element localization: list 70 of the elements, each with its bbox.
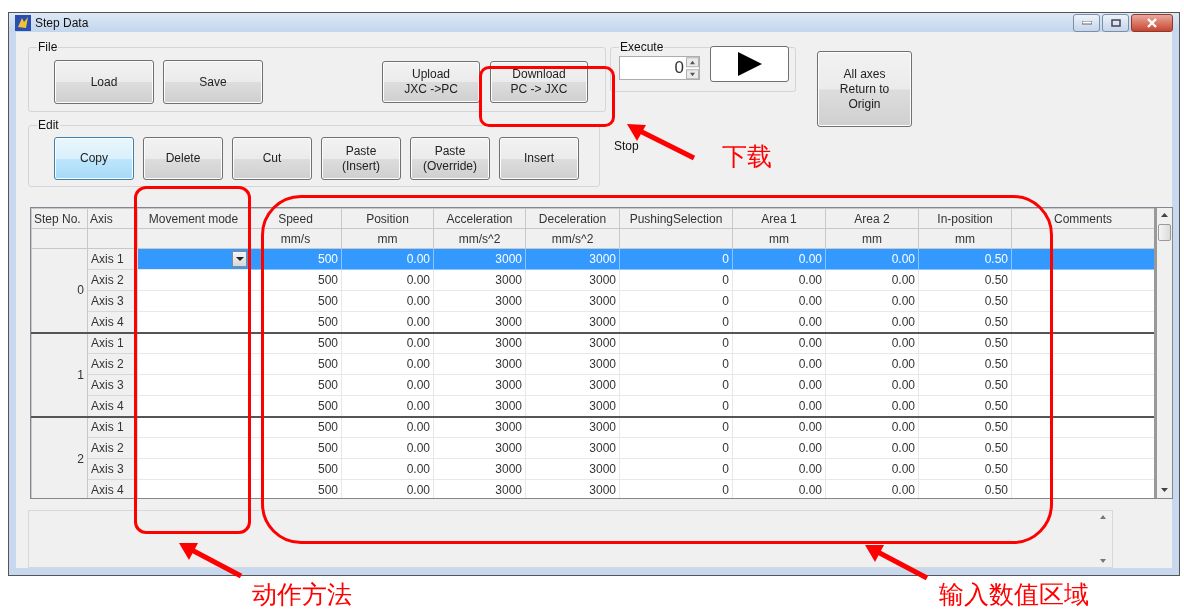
window-title: Step Data: [35, 14, 89, 32]
column-header: Step No.: [31, 208, 88, 229]
edit-button[interactable]: Delete: [143, 137, 223, 180]
return-to-origin-button[interactable]: All axes Return to Origin: [817, 51, 912, 127]
step-number-field[interactable]: 0: [619, 56, 700, 80]
spin-down-icon[interactable]: [686, 68, 699, 79]
value-cell[interactable]: 0.00: [732, 332, 826, 354]
scrollbar[interactable]: [1154, 208, 1172, 498]
column-header: Position: [341, 208, 434, 229]
value-cell[interactable]: 3000: [525, 416, 620, 438]
column-header: Speed: [249, 208, 342, 229]
annotation-label: 动作方法: [252, 580, 352, 608]
minimize-icon: [1081, 20, 1092, 25]
scroll-down-icon[interactable]: [1099, 558, 1107, 564]
value-cell[interactable]: 500: [249, 332, 342, 354]
column-header: Area 1: [732, 208, 826, 229]
edit-button[interactable]: Paste (Insert): [321, 137, 401, 180]
value-cell[interactable]: 0: [619, 332, 733, 354]
close-icon: [1146, 17, 1158, 28]
column-header: Axis: [87, 208, 138, 229]
axis-cell: Axis 1: [87, 416, 138, 438]
value-cell[interactable]: 500: [249, 416, 342, 438]
maximize-button[interactable]: [1102, 13, 1129, 32]
group-label: File: [37, 40, 59, 54]
stop-label: Stop: [614, 138, 640, 155]
annotation-label: 输入数值区域: [939, 580, 1089, 608]
column-header: Movement mode: [137, 208, 250, 229]
edit-button[interactable]: Copy: [54, 137, 134, 180]
caret-icon: [235, 257, 244, 261]
group-label: Edit: [37, 118, 60, 132]
column-header: Acceleration: [433, 208, 526, 229]
mode-dropdown[interactable]: [232, 251, 247, 267]
value-cell[interactable]: 0.00: [825, 332, 919, 354]
column-header: In-position: [918, 208, 1012, 229]
step-number-cell: 0: [31, 248, 88, 333]
value-cell[interactable]: 0.50: [918, 416, 1012, 438]
value-cell[interactable]: 3000: [433, 332, 526, 354]
axis-cell: Axis 1: [87, 332, 138, 354]
scroll-up-icon[interactable]: [1099, 514, 1107, 520]
value-cell[interactable]: 3000: [525, 332, 620, 354]
edit-button[interactable]: Insert: [499, 137, 579, 180]
column-header: PushingSelection: [619, 208, 733, 229]
value-cell[interactable]: 3000: [433, 416, 526, 438]
edit-button[interactable]: Cut: [232, 137, 312, 180]
value-cell[interactable]: 0.50: [918, 332, 1012, 354]
column-header: Deceleration: [525, 208, 620, 229]
close-button[interactable]: [1131, 13, 1173, 32]
spin-up-icon[interactable]: [686, 57, 699, 68]
value-cell[interactable]: 0.00: [732, 416, 826, 438]
minimize-button[interactable]: [1073, 13, 1100, 32]
value-cell[interactable]: 0.00: [341, 332, 434, 354]
step-number-cell: 2: [31, 416, 88, 498]
transfer-button[interactable]: Download PC -> JXC: [490, 61, 588, 103]
maximize-icon: [1110, 18, 1121, 27]
file-button[interactable]: Load: [54, 60, 154, 104]
run-button[interactable]: [710, 46, 789, 82]
value-cell[interactable]: 0.00: [341, 416, 434, 438]
app-icon: [15, 14, 31, 31]
column-header: Comments: [1011, 208, 1154, 229]
group-label: Execute: [619, 40, 665, 54]
scroll-thumb[interactable]: [1158, 224, 1171, 241]
edit-button[interactable]: Paste (Override): [410, 137, 490, 180]
annotation-label: 下载: [722, 142, 772, 170]
column-header: Area 2: [825, 208, 919, 229]
value-cell[interactable]: 0.00: [825, 416, 919, 438]
step-number-cell: 1: [31, 332, 88, 417]
play-icon: [736, 51, 763, 77]
file-button[interactable]: Save: [163, 60, 263, 104]
transfer-button[interactable]: Upload JXC ->PC: [382, 61, 480, 103]
value-cell[interactable]: 0: [619, 416, 733, 438]
